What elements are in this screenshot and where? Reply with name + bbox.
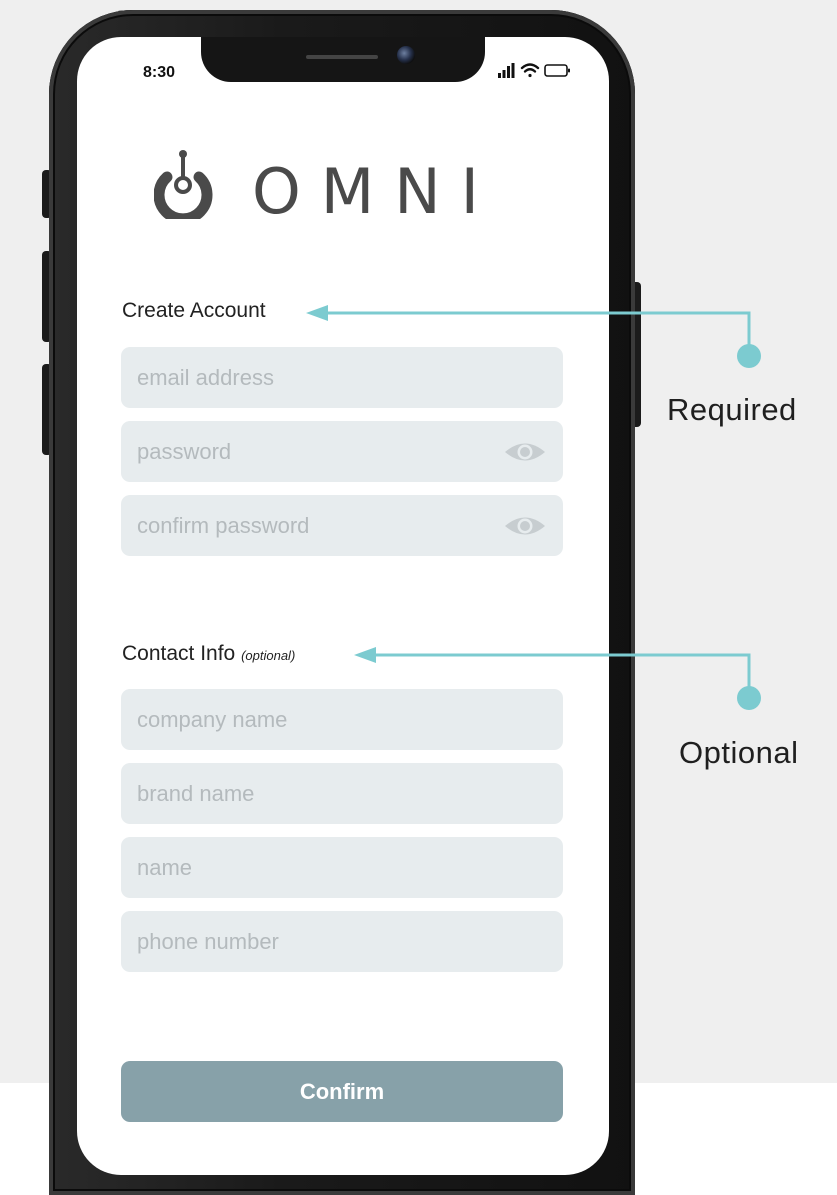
wifi-icon — [520, 63, 540, 78]
contact-info-title: Contact Info (optional) — [122, 642, 295, 666]
brand-name-placeholder: brand name — [137, 780, 255, 806]
confirm-button[interactable]: Confirm — [121, 1061, 563, 1122]
contact-info-optional-note: (optional) — [241, 648, 296, 663]
confirm-password-field[interactable]: confirm password — [121, 495, 563, 556]
company-name-placeholder: company name — [137, 706, 288, 732]
brand-name-field[interactable]: brand name — [121, 763, 563, 824]
eye-icon[interactable] — [503, 441, 547, 463]
status-icons — [498, 63, 570, 78]
status-time: 8:30 — [143, 64, 176, 81]
battery-icon — [544, 64, 570, 77]
required-annotation-label: Required — [667, 392, 797, 427]
speaker-grille — [306, 55, 378, 59]
create-account-title: Create Account — [122, 299, 266, 322]
password-field[interactable]: password — [121, 421, 563, 482]
logo-wordmark: OMNI — [252, 155, 499, 219]
confirm-password-field-placeholder: confirm password — [137, 512, 310, 538]
name-field[interactable]: name — [121, 837, 563, 898]
phone-number-placeholder: phone number — [137, 928, 279, 954]
optional-annotation-label: Optional — [679, 735, 799, 770]
email-field[interactable]: email address — [121, 347, 563, 408]
phone-number-field[interactable]: phone number — [121, 911, 563, 972]
phone-screen: 8:30 OMNI Create Account email address p… — [77, 37, 609, 1175]
email-field-placeholder: email address — [137, 364, 274, 390]
omni-logo: OMNI — [154, 150, 499, 219]
phone-notch — [201, 37, 485, 82]
company-name-field[interactable]: company name — [121, 689, 563, 750]
signal-bars-icon — [498, 63, 515, 78]
optional-dot — [737, 686, 761, 710]
password-field-placeholder: password — [137, 438, 232, 464]
contact-info-title-text: Contact Info — [122, 642, 236, 665]
front-camera — [397, 46, 415, 64]
omni-power-logo-icon — [154, 150, 213, 219]
required-dot — [737, 344, 761, 368]
name-placeholder: name — [137, 854, 193, 880]
eye-icon[interactable] — [503, 515, 547, 537]
